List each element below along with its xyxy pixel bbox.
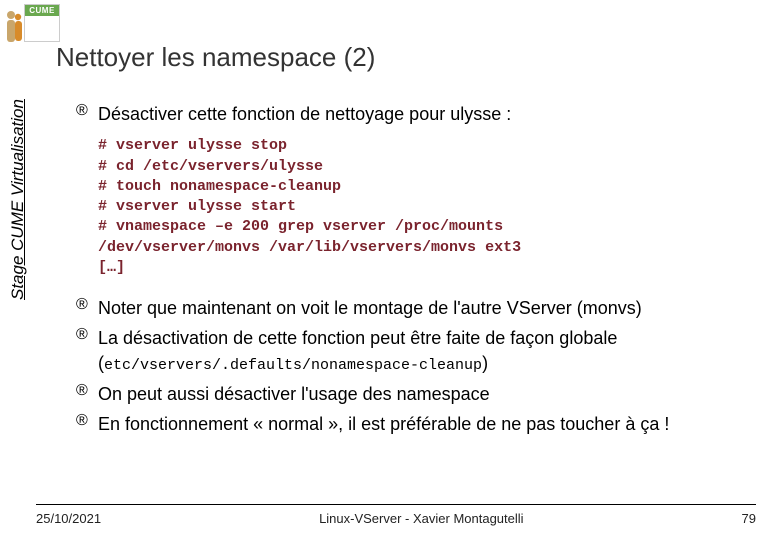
inline-code: etc/vservers/.defaults/nonamespace-clean… (104, 357, 482, 374)
logo-area: CUME (4, 4, 60, 44)
bullet-item: ® On peut aussi désactiver l'usage des n… (76, 382, 750, 406)
arrow-icon: ® (76, 382, 98, 400)
footer-center: Linux-VServer - Xavier Montagutelli (319, 511, 523, 526)
page-title: Nettoyer les namespace (2) (56, 42, 375, 73)
arrow-icon: ® (76, 102, 98, 120)
bullet-item: ® En fonctionnement « normal », il est p… (76, 412, 750, 436)
bullet-text: On peut aussi désactiver l'usage des nam… (98, 382, 490, 406)
logo-box: CUME (24, 4, 60, 42)
bullet-text: Désactiver cette fonction de nettoyage p… (98, 102, 511, 126)
bullet-text: La désactivation de cette fonction peut … (98, 326, 750, 376)
code-block: # vserver ulysse stop # cd /etc/vservers… (98, 136, 750, 278)
arrow-icon: ® (76, 296, 98, 314)
footer-date: 25/10/2021 (36, 511, 101, 526)
arrow-icon: ® (76, 412, 98, 430)
bullet-text: En fonctionnement « normal », il est pré… (98, 412, 669, 436)
people-icon (4, 4, 24, 44)
bullet-item: ® La désactivation de cette fonction peu… (76, 326, 750, 376)
sidebar-label: Stage CUME Virtualisation (8, 99, 28, 300)
slide-content: ® Désactiver cette fonction de nettoyage… (76, 102, 750, 442)
footer: 25/10/2021 Linux-VServer - Xavier Montag… (36, 504, 756, 526)
bullet-item: ® Noter que maintenant on voit le montag… (76, 296, 750, 320)
arrow-icon: ® (76, 326, 98, 344)
bullet-item: ® Désactiver cette fonction de nettoyage… (76, 102, 750, 126)
bullet-text: Noter que maintenant on voit le montage … (98, 296, 642, 320)
logo-brand: CUME (25, 5, 59, 16)
bullet-text-post: ) (482, 353, 488, 373)
footer-page: 79 (742, 511, 756, 526)
